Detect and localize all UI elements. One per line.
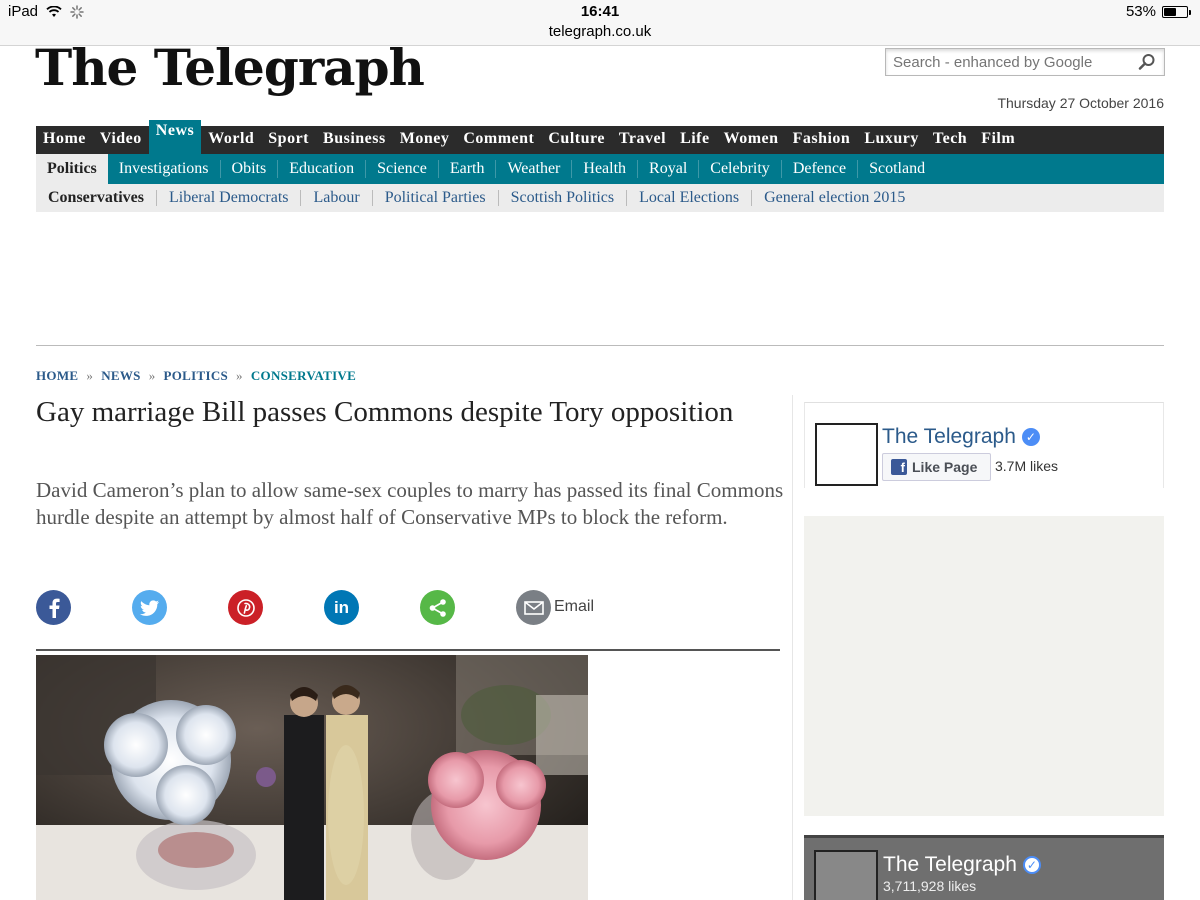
search-icon[interactable]	[1138, 53, 1156, 71]
nav-secondary-education[interactable]: Education	[278, 160, 367, 178]
facebook-page-name[interactable]: The Telegraph ✓	[882, 425, 1040, 449]
article-standfirst: David Cameron’s plan to allow same-sex c…	[36, 478, 784, 529]
facebook-page-avatar[interactable]	[815, 423, 878, 486]
facebook-share-button[interactable]	[36, 590, 71, 625]
breadcrumb-home[interactable]: HOME	[36, 368, 78, 384]
pinterest-icon	[236, 598, 255, 617]
nav-tertiary-political-parties[interactable]: Political Parties	[373, 190, 499, 206]
nav-primary-sport[interactable]: Sport	[261, 126, 316, 154]
verified-badge-icon: ✓	[1022, 856, 1041, 874]
pinterest-share-button[interactable]	[228, 590, 263, 625]
nav-tertiary-liberal-democrats[interactable]: Liberal Democrats	[157, 190, 302, 206]
nav-primary-fashion[interactable]: Fashion	[786, 126, 858, 154]
search-box[interactable]	[885, 48, 1165, 76]
envelope-icon	[523, 600, 544, 615]
nav-primary-life[interactable]: Life	[673, 126, 717, 154]
linkedin-icon: in	[333, 597, 350, 617]
nav-secondary-celebrity[interactable]: Celebrity	[699, 160, 782, 178]
nav-primary-world[interactable]: World	[201, 126, 261, 154]
nav-secondary-earth[interactable]: Earth	[439, 160, 497, 178]
email-share-label[interactable]: Email	[554, 598, 594, 616]
facebook-like-page-button[interactable]: f Like Page	[882, 453, 991, 481]
facebook-icon: f	[891, 459, 907, 475]
nav-primary-film[interactable]: Film	[974, 126, 1022, 154]
breadcrumb-separator: »	[86, 368, 94, 383]
twitter-icon	[139, 599, 159, 616]
nav-primary-tech[interactable]: Tech	[926, 126, 974, 154]
nav-secondary-weather[interactable]: Weather	[496, 160, 573, 178]
tertiary-nav: Conservatives Liberal Democrats Labour Poli…	[36, 184, 1164, 212]
status-right: 53%	[1125, 3, 1191, 20]
article-photo	[36, 655, 588, 900]
nav-primary-women[interactable]: Women	[717, 126, 786, 154]
facebook-page-name-text[interactable]: The Telegraph	[882, 425, 1016, 449]
nav-primary-culture[interactable]: Culture	[541, 126, 612, 154]
verified-badge-icon: ✓	[1021, 428, 1040, 446]
breadcrumb-conservative[interactable]: CONSERVATIVE	[251, 368, 356, 384]
nav-tertiary-labour[interactable]: Labour	[301, 190, 373, 206]
nav-primary-travel[interactable]: Travel	[612, 126, 673, 154]
share-bar-rule	[36, 649, 780, 651]
secondary-nav: Politics Investigations Obits Education Scie…	[36, 154, 1164, 184]
nav-tertiary-scottish-politics[interactable]: Scottish Politics	[499, 190, 628, 206]
site-logo[interactable]: The Telegraph	[35, 38, 425, 97]
linkedin-share-button[interactable]: in	[324, 590, 359, 625]
section-divider	[36, 345, 1164, 346]
facebook-likes-count: 3.7M likes	[995, 458, 1059, 474]
twitter-share-button[interactable]	[132, 590, 167, 625]
breadcrumb-news[interactable]: NEWS	[101, 368, 141, 384]
nav-secondary-royal[interactable]: Royal	[638, 160, 700, 178]
nav-secondary-defence[interactable]: Defence	[782, 160, 859, 178]
breadcrumb-separator: »	[236, 368, 243, 383]
facebook-banner-likes: 3,711,928 likes	[883, 878, 977, 894]
nav-primary-home[interactable]: Home	[36, 126, 93, 154]
battery-percent: 53%	[1125, 3, 1156, 20]
facebook-banner-name-text: The Telegraph	[883, 853, 1017, 876]
status-time: 16:41	[580, 3, 620, 20]
breadcrumb: HOME » NEWS » POLITICS » CONSERVATIVE	[36, 368, 356, 384]
nav-tertiary-local-elections[interactable]: Local Elections	[627, 190, 753, 206]
nav-secondary-politics[interactable]: Politics	[36, 154, 108, 184]
facebook-banner[interactable]: The Telegraph ✓ 3,711,928 likes	[804, 835, 1164, 900]
facebook-page-widget: The Telegraph ✓ f Like Page 3.7M likes	[804, 402, 1164, 488]
facebook-banner-name: The Telegraph ✓	[883, 853, 1041, 877]
nav-secondary-obits[interactable]: Obits	[221, 160, 279, 178]
nav-primary-video[interactable]: Video	[93, 126, 149, 154]
primary-nav: Home Video News World Sport Business Money Comm…	[36, 120, 1164, 154]
nav-primary-news[interactable]: News	[148, 120, 202, 154]
nav-secondary-health[interactable]: Health	[572, 160, 639, 178]
nav-primary-comment[interactable]: Comment	[456, 126, 541, 154]
nav-primary-luxury[interactable]: Luxury	[857, 126, 926, 154]
email-share-button[interactable]	[516, 590, 551, 625]
article-headline: Gay marriage Bill passes Commons despite…	[36, 396, 734, 428]
battery-icon	[1162, 5, 1191, 18]
advertisement-slot	[804, 516, 1164, 816]
nav-primary-money[interactable]: Money	[393, 126, 457, 154]
like-page-label: Like Page	[912, 459, 978, 475]
current-date: Thursday 27 October 2016	[997, 95, 1164, 111]
breadcrumb-politics[interactable]: POLITICS	[164, 368, 229, 384]
facebook-banner-avatar	[814, 850, 878, 900]
nav-secondary-scotland[interactable]: Scotland	[858, 160, 936, 178]
nav-tertiary-general-election-2015[interactable]: General election 2015	[752, 190, 917, 206]
nav-primary-business[interactable]: Business	[316, 126, 393, 154]
nav-tertiary-conservatives[interactable]: Conservatives	[36, 190, 157, 206]
nav-secondary-investigations[interactable]: Investigations	[108, 160, 221, 178]
sidebar-border	[792, 395, 793, 900]
nav-secondary-science[interactable]: Science	[366, 160, 439, 178]
share-button[interactable]	[420, 590, 455, 625]
facebook-icon	[49, 598, 60, 618]
search-input[interactable]	[886, 49, 1126, 75]
breadcrumb-separator: »	[148, 368, 156, 383]
share-icon	[429, 598, 446, 617]
wedding-cake-topper-photo	[36, 655, 588, 900]
